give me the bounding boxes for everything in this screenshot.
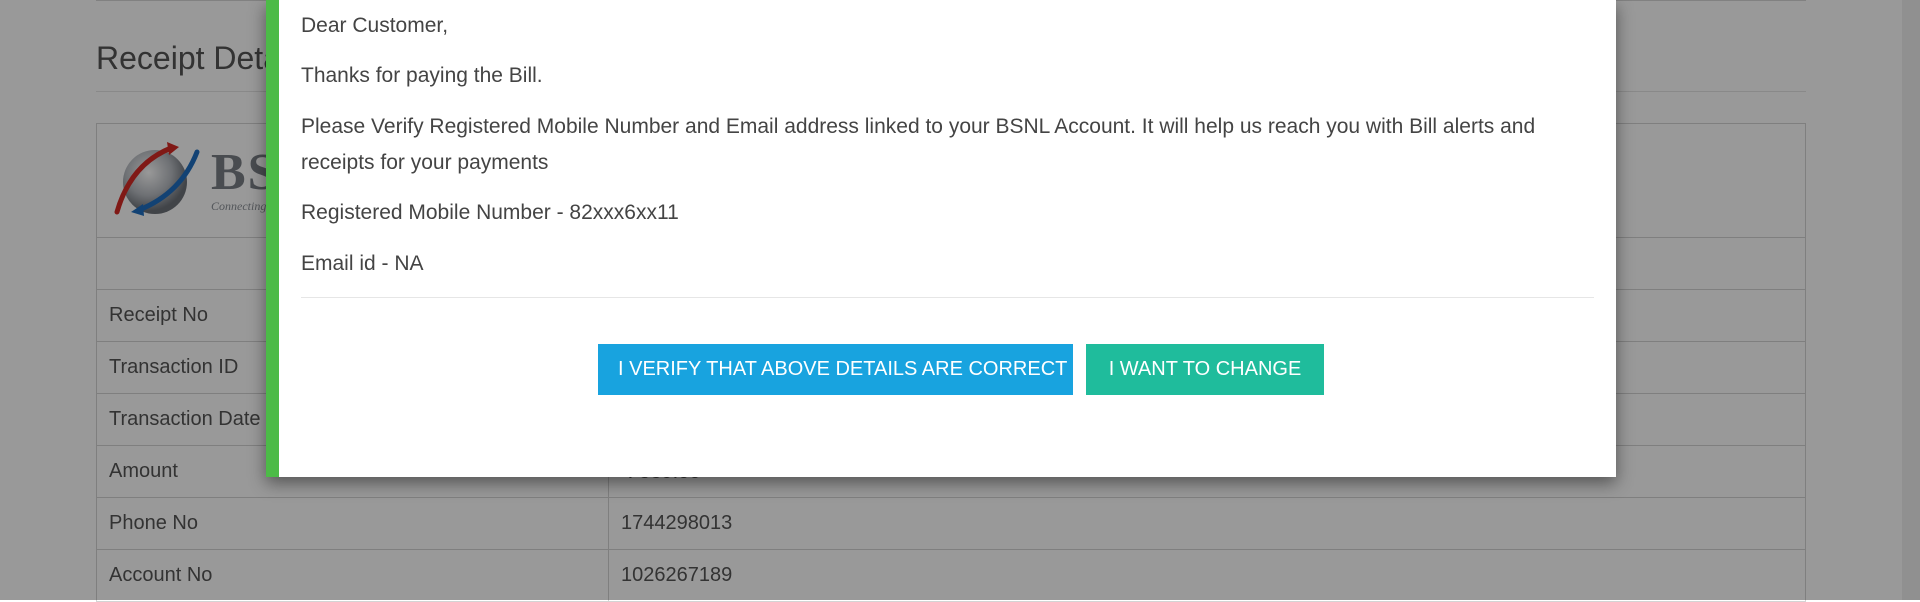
verify-details-modal: Dear Customer, Thanks for paying the Bil… [266, 0, 1616, 477]
modal-divider [301, 297, 1594, 298]
change-details-button[interactable]: I WANT TO CHANGE [1086, 344, 1324, 395]
greeting-text: Dear Customer, [301, 14, 449, 37]
verify-message: Please Verify Registered Mobile Number a… [301, 115, 1536, 174]
email-id-text: Email id - NA [301, 252, 424, 275]
verify-details-button[interactable]: I VERIFY THAT ABOVE DETAILS ARE CORRECT [598, 344, 1073, 395]
registered-mobile-text: Registered Mobile Number - 82xxx6xx11 [301, 201, 679, 224]
thanks-text: Thanks for paying the Bill. [301, 64, 543, 87]
